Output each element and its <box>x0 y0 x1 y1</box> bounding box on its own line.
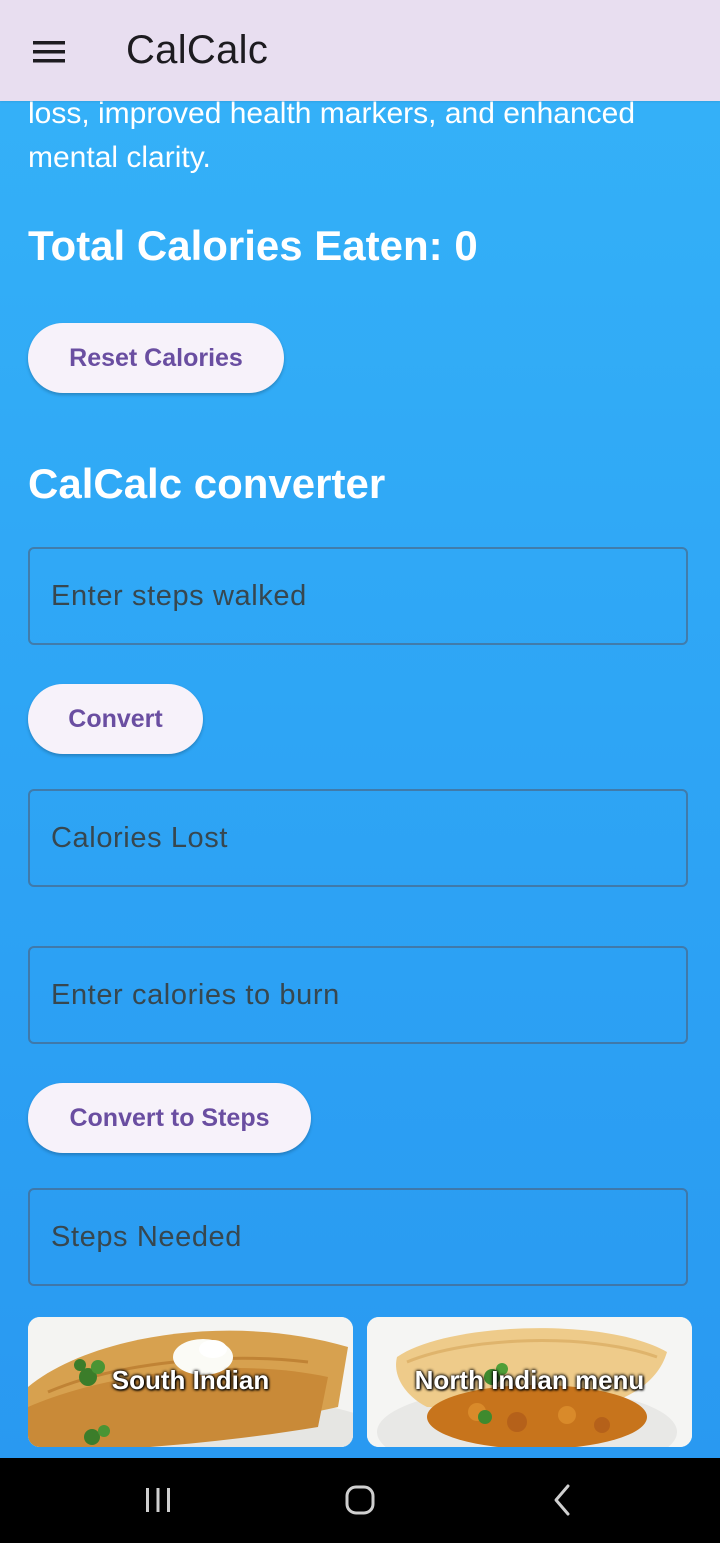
south-indian-label: South Indian <box>111 1365 270 1395</box>
menu-button[interactable] <box>20 26 78 78</box>
converter-title: CalCalc converter <box>28 460 386 507</box>
calories-lost-field[interactable]: Calories Lost <box>28 789 688 887</box>
steps-needed-field[interactable]: Steps Needed <box>28 1188 688 1286</box>
reset-calories-button[interactable]: Reset Calories <box>28 323 284 393</box>
recent-apps-icon <box>146 1488 170 1512</box>
total-calories-label: Total Calories Eaten: 0 <box>28 222 478 269</box>
calories-input[interactable]: Enter calories to burn <box>28 946 688 1044</box>
menu-icon <box>33 41 65 63</box>
app-bar: CalCalc <box>0 0 720 101</box>
back-button[interactable] <box>532 1478 592 1522</box>
app-title: CalCalc <box>126 28 269 72</box>
convert-to-steps-button[interactable]: Convert to Steps <box>28 1083 311 1153</box>
system-nav-bar <box>0 1458 720 1543</box>
home-icon <box>345 1485 375 1515</box>
convert-button[interactable]: Convert <box>28 684 203 754</box>
back-icon <box>554 1484 570 1516</box>
north-indian-label: North Indian menu <box>414 1365 645 1395</box>
south-indian-card[interactable]: South Indian <box>28 1317 353 1447</box>
recent-apps-button[interactable] <box>128 1478 188 1522</box>
steps-input[interactable]: Enter steps walked <box>28 547 688 645</box>
home-button[interactable] <box>330 1478 390 1522</box>
north-indian-card[interactable]: North Indian menu <box>367 1317 692 1447</box>
screen: CalCalc loss, improved health markers, a… <box>0 0 720 1458</box>
intro-text: loss, improved health markers, and enhan… <box>28 97 636 174</box>
